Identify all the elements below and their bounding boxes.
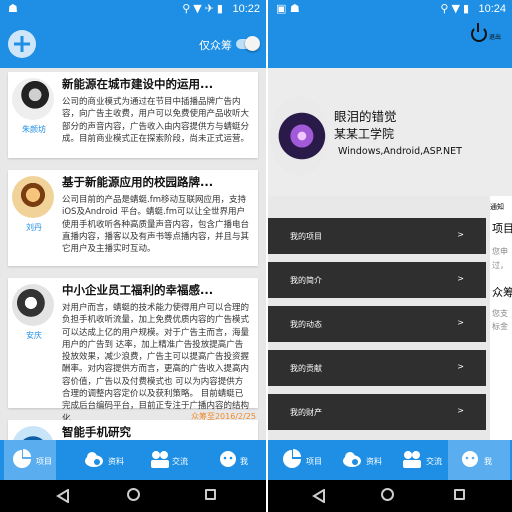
project-title: 中小企业员工福利的幸福感... (62, 283, 214, 297)
tab-discussion[interactable]: 交流 (400, 440, 454, 480)
notification-heading: 通知 (490, 203, 504, 211)
image-icon: ▣ ☗ (276, 2, 300, 15)
project-title: 基于新能源应用的校园路牌... (62, 175, 214, 189)
author-name[interactable]: 朱颜坊 (8, 124, 60, 135)
avatar[interactable] (12, 176, 54, 218)
notification-text: 标金 (492, 322, 508, 331)
avatar[interactable] (12, 284, 54, 326)
avatar[interactable] (270, 96, 328, 176)
crowdfunding-only-toggle[interactable] (236, 36, 260, 51)
system-nav-bar (0, 480, 266, 512)
status-time: 10:22 (232, 3, 260, 15)
home-icon[interactable] (127, 488, 140, 501)
tab-me[interactable]: 我 (214, 440, 264, 480)
menu-label: 我的简介 (290, 276, 322, 285)
menu-label: 我的动态 (290, 320, 322, 329)
status-icons: ⚲▼▮ (440, 2, 472, 15)
system-nav-bar (268, 480, 512, 512)
power-icon[interactable] (471, 23, 487, 42)
right-screen: ▣ ☗ ⚲▼▮ 10:24 退出 眼泪的错觉 某某工学院 Windows,And… (268, 0, 512, 512)
chevron-right-icon: > (457, 318, 464, 327)
home-icon[interactable] (381, 488, 394, 501)
project-icon (13, 449, 31, 468)
menu-label: 我的贡献 (290, 364, 322, 373)
tab-label: 资料 (108, 457, 124, 466)
tab-label: 我 (484, 457, 492, 466)
notification-text: 过， (492, 261, 508, 270)
menu-my-profile[interactable]: 我的简介 > (268, 262, 486, 298)
notification-title: 众筹 (492, 286, 512, 299)
menu-my-projects[interactable]: 我的项目 > (268, 218, 486, 254)
tab-label: 资料 (366, 457, 382, 466)
project-summary: 对用户而言，蜻蜓的技术能力使得用户可以合理的负担手机收听流量，加上免费优质内容的… (62, 303, 250, 424)
logout-label[interactable]: 退出 (489, 32, 501, 41)
tab-label: 项目 (306, 457, 322, 466)
chevron-right-icon: > (457, 230, 464, 239)
author-name[interactable]: 刘丹 (8, 222, 60, 233)
menu-my-contributions[interactable]: 我的贡献 > (268, 350, 486, 386)
project-summary: 公司的商业模式为通过在节目中插播品牌广告内容，向广告主收费，用户可以免费使用产品… (62, 97, 250, 144)
bottom-tab-bar: 项目 资料 交流 我 (0, 440, 266, 480)
crowdfunding-only-label: 仅众筹 (199, 39, 232, 52)
project-icon (283, 449, 301, 468)
tab-resources[interactable]: 资料 (340, 440, 394, 480)
avatar[interactable] (12, 78, 54, 120)
project-card[interactable]: 刘丹 基于新能源应用的校园路牌... 公司目前的产品是蜻蜓.fm移动互联网应用，… (8, 170, 258, 266)
tab-projects[interactable]: 项目 (278, 440, 330, 480)
tab-discussion[interactable]: 交流 (148, 440, 200, 480)
add-project-button[interactable] (8, 30, 36, 58)
menu-my-activity[interactable]: 我的动态 > (268, 306, 486, 342)
menu-my-assets[interactable]: 我的财产 > (268, 394, 486, 430)
bottom-tab-bar: 项目 资料 交流 我 (268, 440, 512, 480)
people-icon (151, 451, 169, 468)
left-screen: ☗ ⚲▼✈▮ 10:22 仅众筹 朱颜坊 新能源在城市建设中的运用... 公司的… (0, 0, 266, 512)
project-title: 新能源在城市建设中的运用... (62, 77, 214, 91)
project-card[interactable]: 安庆 中小企业员工福利的幸福感... 对用户而言，蜻蜓的技术能力使得用户可以合理… (8, 278, 258, 424)
project-card[interactable]: 朱颜坊 新能源在城市建设中的运用... 公司的商业模式为通过在节目中插播品牌广告… (8, 72, 258, 158)
tab-label: 我 (240, 457, 248, 466)
profile-name: 眼泪的错觉 (334, 109, 397, 124)
profile-school: 某某工学院 (334, 127, 395, 141)
menu-label: 我的财产 (290, 408, 322, 417)
status-icons: ⚲▼✈▮ (182, 2, 226, 15)
cloud-search-icon (343, 452, 361, 467)
android-icon: ☗ (8, 2, 18, 15)
tab-resources[interactable]: 资料 (82, 440, 134, 480)
cloud-search-icon (85, 452, 103, 467)
people-icon (403, 451, 421, 468)
status-bar: ▣ ☗ ⚲▼▮ 10:24 (268, 0, 512, 20)
notification-text: 您申 (492, 247, 508, 256)
menu-label: 我的项目 (290, 232, 322, 241)
notification-panel-peek[interactable]: 通知 项目 您申 过， 众筹 您支 标金 (490, 196, 512, 440)
project-summary: 公司目前的产品是蜻蜓.fm移动互联网应用，支持iOS及Android 平台。蜻蜓… (62, 195, 250, 255)
face-icon (220, 451, 236, 467)
tab-label: 交流 (172, 457, 188, 466)
status-bar: ☗ ⚲▼✈▮ 10:22 (0, 0, 266, 20)
tab-label: 项目 (36, 457, 52, 466)
tab-me[interactable]: 我 (448, 440, 510, 480)
face-icon (462, 451, 478, 467)
app-bar: 仅众筹 (0, 20, 266, 68)
author-name[interactable]: 安庆 (8, 330, 60, 341)
tab-label: 交流 (426, 457, 442, 466)
project-title: 智能手机研究 (62, 425, 131, 439)
back-icon[interactable] (56, 488, 70, 504)
profile-skills: Windows,Android,ASP.NET (338, 146, 462, 157)
recent-apps-icon[interactable] (454, 489, 465, 500)
chevron-right-icon: > (457, 274, 464, 283)
status-time: 10:24 (478, 3, 506, 15)
chevron-right-icon: > (457, 406, 464, 415)
notification-text: 您支 (492, 309, 508, 318)
chevron-right-icon: > (457, 362, 464, 371)
profile-header: 眼泪的错觉 某某工学院 Windows,Android,ASP.NET (268, 68, 512, 196)
notification-title: 项目 (492, 222, 512, 235)
recent-apps-icon[interactable] (205, 489, 216, 500)
back-icon[interactable] (312, 488, 326, 504)
tab-projects[interactable]: 项目 (4, 440, 56, 480)
